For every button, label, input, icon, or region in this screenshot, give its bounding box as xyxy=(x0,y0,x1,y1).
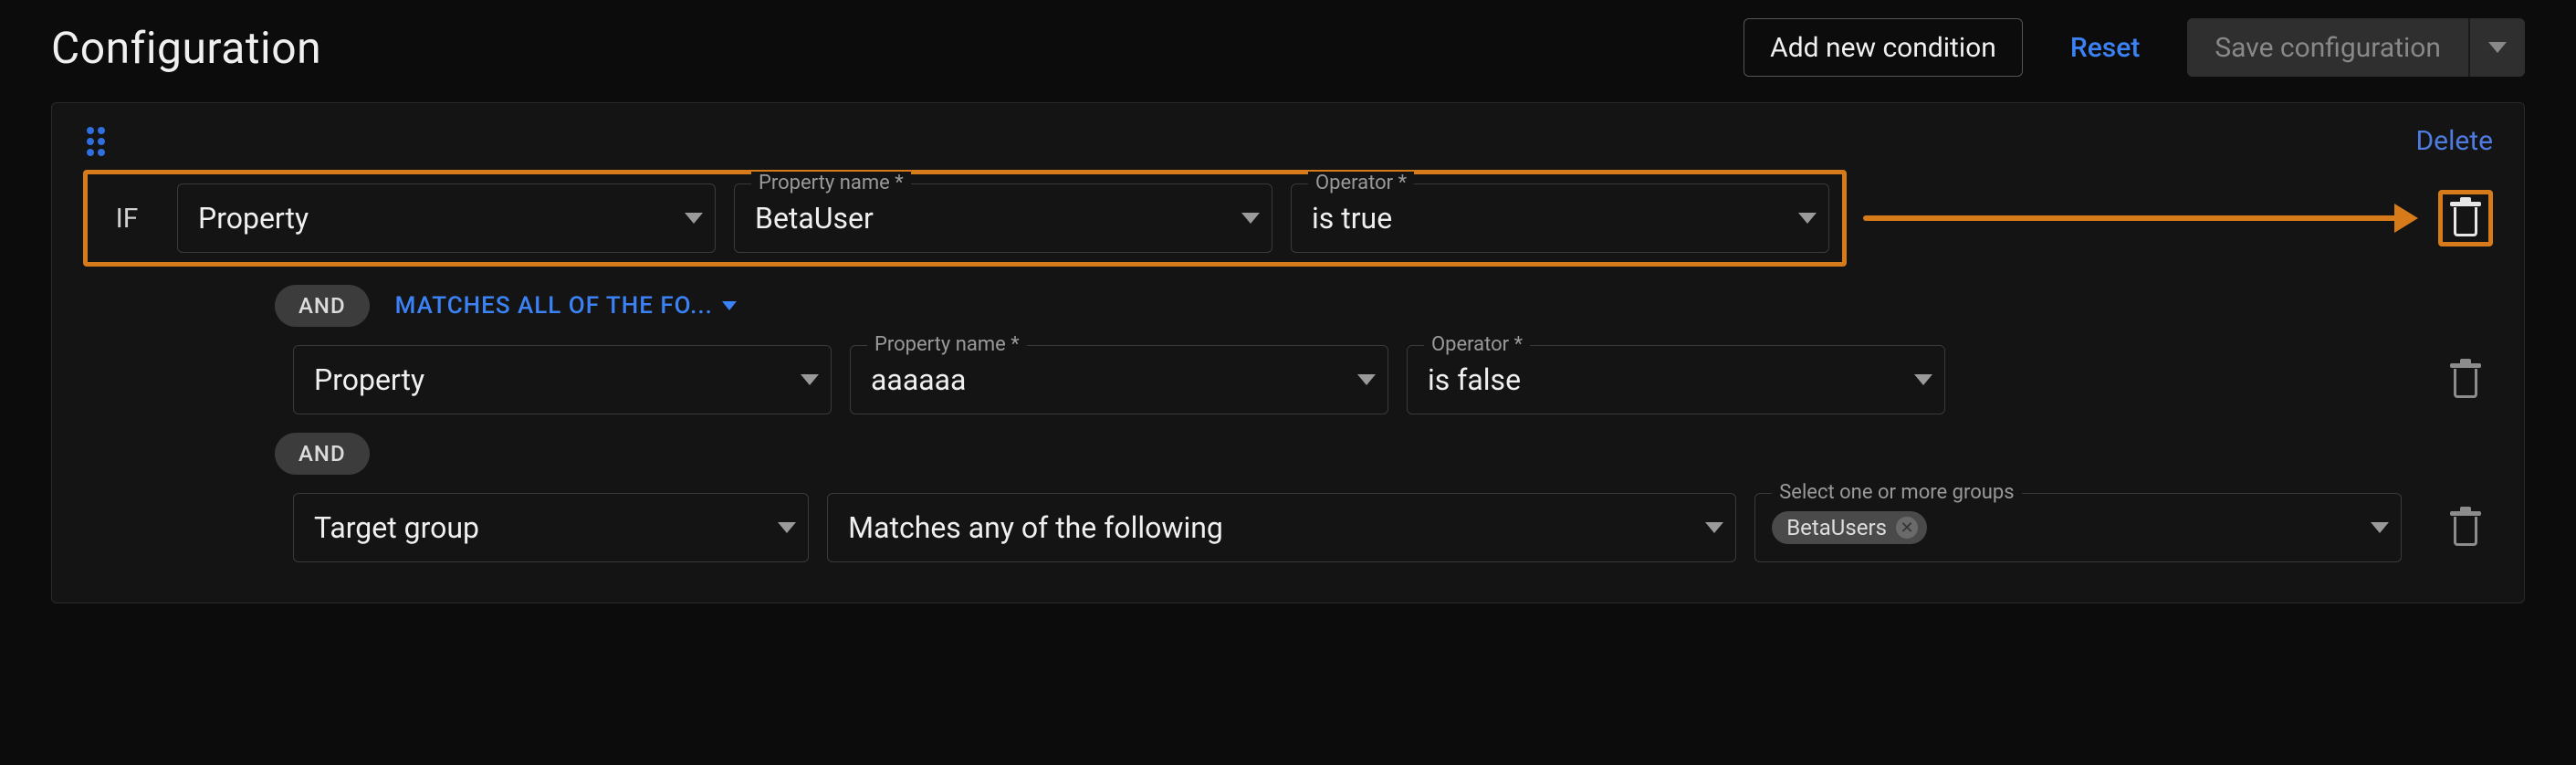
chevron-down-icon xyxy=(1705,522,1723,533)
chevron-down-icon xyxy=(801,374,819,385)
chevron-down-icon xyxy=(1914,374,1932,385)
property-name-label: Property name * xyxy=(867,333,1027,356)
add-new-condition-button[interactable]: Add new condition xyxy=(1744,18,2023,77)
chevron-down-icon xyxy=(685,213,703,224)
highlighted-condition: IF Property Property name * BetaUser Ope… xyxy=(83,170,1847,267)
highlighted-delete-row-target xyxy=(2438,190,2493,246)
drag-handle-icon[interactable] xyxy=(83,129,109,154)
condition-type-select[interactable]: Property xyxy=(293,345,832,414)
condition-type-select[interactable]: Target group xyxy=(293,493,809,562)
if-label: IF xyxy=(95,203,159,235)
configuration-page: Configuration Add new condition Reset Sa… xyxy=(0,0,2576,640)
group-tag-chip[interactable]: BetaUsers ✕ xyxy=(1772,511,1927,544)
operator-label: Operator * xyxy=(1424,333,1530,356)
trash-icon[interactable] xyxy=(2450,362,2481,398)
save-configuration-dropdown[interactable] xyxy=(2470,18,2525,77)
target-groups-select[interactable]: Select one or more groups BetaUsers ✕ xyxy=(1754,493,2402,562)
chevron-down-icon xyxy=(2488,42,2507,53)
property-name-select[interactable]: Property name * aaaaaa xyxy=(850,345,1388,414)
match-scope-select[interactable]: Matches any of the following xyxy=(827,493,1736,562)
and-operator-chip[interactable]: AND xyxy=(275,433,370,475)
condition-group-panel: Delete IF Property Property name * BetaU… xyxy=(51,102,2525,603)
trash-icon[interactable] xyxy=(2450,509,2481,546)
condition-row-2: Property Property name * aaaaaa Operator… xyxy=(83,345,2493,414)
matches-scope-dropdown[interactable]: MATCHES ALL OF THE FO... xyxy=(395,292,737,320)
condition-type-select[interactable]: Property xyxy=(177,183,716,253)
condition-group-top: Delete xyxy=(83,125,2493,157)
reset-button[interactable]: Reset xyxy=(2045,18,2165,77)
chevron-down-icon xyxy=(1241,213,1260,224)
operator-select[interactable]: Operator * is false xyxy=(1407,345,1945,414)
save-configuration-button[interactable]: Save configuration xyxy=(2187,18,2470,77)
chevron-down-icon xyxy=(778,522,796,533)
chevron-down-icon xyxy=(1798,213,1817,224)
logic-row-2: AND xyxy=(275,433,2493,475)
chevron-down-icon xyxy=(1357,374,1376,385)
page-title: Configuration xyxy=(51,22,321,74)
delete-group-link[interactable]: Delete xyxy=(2415,125,2493,157)
operator-select[interactable]: Operator * is true xyxy=(1291,183,1829,253)
condition-row-1: IF Property Property name * BetaUser Ope… xyxy=(83,170,2493,267)
and-operator-chip[interactable]: AND xyxy=(275,285,370,327)
remove-tag-icon[interactable]: ✕ xyxy=(1896,517,1918,539)
chevron-down-icon xyxy=(722,301,737,310)
highlight-arrow xyxy=(1872,215,2420,221)
page-header: Configuration Add new condition Reset Sa… xyxy=(51,18,2525,77)
select-groups-label: Select one or more groups xyxy=(1772,481,2021,504)
chevron-down-icon xyxy=(2371,522,2389,533)
operator-label: Operator * xyxy=(1308,172,1414,194)
save-configuration-split-button: Save configuration xyxy=(2187,18,2525,77)
logic-row-1: AND MATCHES ALL OF THE FO... xyxy=(275,285,2493,327)
condition-row-3: Target group Matches any of the followin… xyxy=(83,493,2493,562)
property-name-select[interactable]: Property name * BetaUser xyxy=(734,183,1272,253)
trash-icon[interactable] xyxy=(2450,200,2481,236)
property-name-label: Property name * xyxy=(751,172,911,194)
